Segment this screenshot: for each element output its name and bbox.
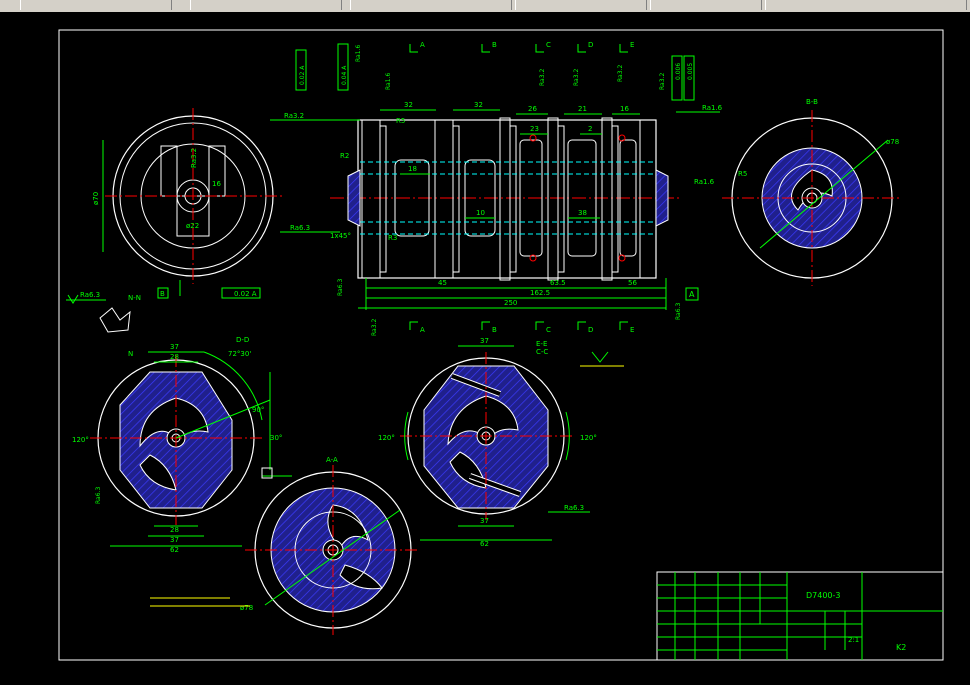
main-shaft-view[interactable]: A B C D E A B C D E 32 32 26 21 16 23 2 … [270, 41, 723, 336]
dim-23: 23 [530, 125, 539, 133]
angle-7230: 72°30' [228, 350, 251, 358]
toolbar-tab[interactable] [20, 0, 172, 10]
tol-t4: 0.006 [675, 63, 682, 80]
label-n: N [128, 350, 133, 358]
drawing-scale: 2:1 [848, 636, 859, 644]
label-cc: C-C [536, 348, 548, 356]
dim-2: 2 [588, 125, 592, 133]
dim-32b: 32 [474, 101, 483, 109]
angle-90: 90° [252, 406, 264, 414]
sec-b-top: B [492, 41, 497, 49]
sec-c-top: C [546, 41, 551, 49]
section-dd[interactable]: D-D N 37 28 28 37 62 72°30' 90° 30° 120°… [72, 336, 292, 554]
toolbar-tab[interactable] [515, 0, 647, 10]
label-dd: D-D [236, 336, 249, 344]
dim-18: 18 [408, 165, 417, 173]
dim-21: 21 [578, 105, 587, 113]
angle-30: 30° [270, 434, 282, 442]
rough-r14: Ra1.6 [694, 178, 715, 186]
rough-r3-dd: Ra6.3 [95, 487, 102, 504]
tol-t1: 0.02 A [299, 65, 306, 85]
dim-d70: ø70 [92, 192, 100, 205]
dim-37b: 37 [170, 536, 179, 544]
dim-16: 16 [620, 105, 629, 113]
sec-a-top: A [420, 41, 425, 49]
dim-635: 63.5 [550, 279, 566, 287]
left-end-view[interactable]: ø70 ø22 Ra3.2 16 B 0.02 A [92, 108, 285, 299]
label-nn: N-N [128, 294, 141, 302]
dim-56: 56 [628, 279, 637, 287]
sheet-border [58, 29, 944, 661]
rough-r2: Ra1.6 [355, 45, 362, 62]
toolbar-tab[interactable] [650, 0, 762, 10]
dim-38: 38 [578, 209, 587, 217]
dim-d22: ø22 [186, 222, 199, 230]
radius-r2: R2 [340, 152, 349, 160]
sec-d-top: D [588, 41, 593, 49]
angle-120a: 120° [72, 436, 89, 444]
label-ee: E-E [536, 340, 547, 348]
dim-d78b: ø78 [240, 604, 253, 612]
section-aa[interactable]: A-A ø78 [240, 456, 420, 635]
rough-r3-ee: Ra6.3 [564, 504, 584, 512]
dim-37c: 37 [480, 337, 489, 345]
rough-r3: Ra6.3 [80, 291, 100, 299]
section-ee[interactable]: E-E C-C 37 37 62 120° 120° Ra6.3 [378, 337, 597, 548]
rough-r4: Ra1.6 [385, 73, 392, 90]
datum-a: A [689, 290, 695, 299]
toolbar-tab[interactable] [765, 0, 967, 10]
dim-28b: 28 [170, 526, 179, 534]
sec-a-bottom: A [420, 326, 425, 334]
dim-28a: 28 [170, 353, 179, 361]
dim-d16: 16 [212, 180, 221, 188]
dim-62b: 62 [480, 540, 489, 548]
rough-r7: Ra3.2 [573, 69, 580, 86]
radius-r3: R3 [388, 234, 397, 242]
rough-r5: Ra3.2 [284, 112, 304, 120]
rough-r9: Ra6.3 [337, 279, 344, 296]
tol-t3: 0.02 A [234, 290, 257, 298]
rough-r8: Ra6.3 [290, 224, 310, 232]
sec-e-bottom: E [630, 326, 634, 334]
dim-26: 26 [528, 105, 537, 113]
dim-45: 45 [438, 279, 447, 287]
dim-37d: 37 [480, 517, 489, 525]
rough-r1: Ra3.2 [190, 148, 198, 168]
dim-62a: 62 [170, 546, 179, 554]
cad-drawing-canvas[interactable]: ø70 ø22 Ra3.2 16 B 0.02 A N-N Ra6.3 A B … [0, 12, 970, 685]
window-top-bar [0, 0, 970, 12]
angle-120b: 120° [378, 434, 395, 442]
dim-32a: 32 [404, 101, 413, 109]
dim-37a: 37 [170, 343, 179, 351]
toolbar-tab[interactable] [350, 0, 512, 10]
dim-d78a: ø78 [886, 138, 899, 146]
tol-t5: 0.005 [687, 63, 694, 80]
dim-1625: 162.5 [530, 289, 550, 297]
rough-r13: Ra6.3 [675, 303, 682, 320]
dim-10: 10 [476, 209, 485, 217]
sec-c-bottom: C [546, 326, 551, 334]
sec-e-top: E [630, 41, 634, 49]
drawing-number: D7400-3 [806, 591, 841, 600]
dim-cham: 1x45° [330, 232, 351, 240]
label-aa: A-A [326, 456, 338, 464]
angle-120c: 120° [580, 434, 597, 442]
section-bb[interactable]: B-B ø78 R5 [722, 98, 902, 286]
rough-r15: Ra3.2 [371, 319, 378, 336]
sec-d-bottom: D [588, 326, 593, 334]
label-bb: B-B [806, 98, 818, 106]
rough-r12: Ra3.2 [659, 73, 666, 90]
tol-t2: 0.04 A [341, 65, 348, 85]
toolbar-tab[interactable] [190, 0, 342, 10]
sheet-code: K2 [896, 643, 906, 652]
rough-r10: Ra3.2 [617, 65, 624, 82]
radius-r5a: R5 [396, 117, 405, 125]
dim-250: 250 [504, 299, 517, 307]
rough-r11: Ra1.6 [702, 104, 723, 112]
detail-nn[interactable]: N-N Ra6.3 [66, 291, 141, 333]
sec-b-bottom: B [492, 326, 497, 334]
rough-r6: Ra3.2 [539, 69, 546, 86]
datum-b: B [160, 290, 165, 298]
radius-r5b: R5 [738, 170, 747, 178]
